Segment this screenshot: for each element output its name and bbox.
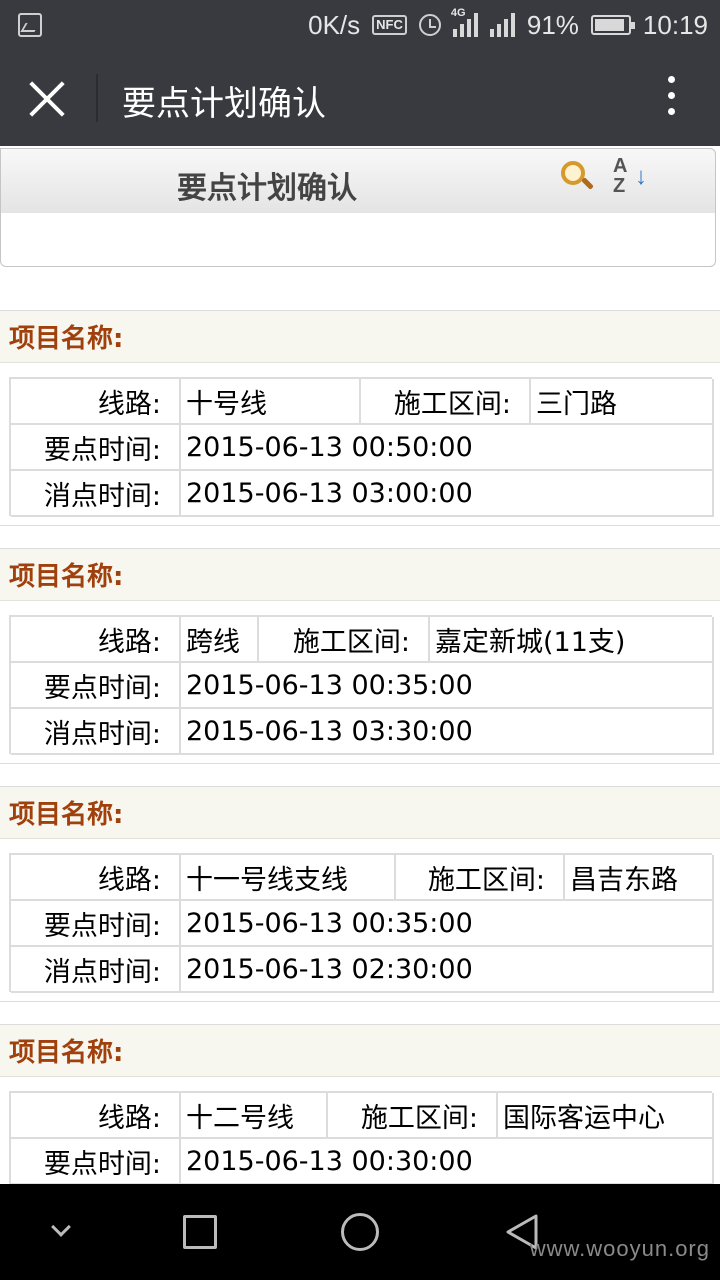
navigation-bar	[0, 1184, 720, 1280]
collapse-chevron-icon[interactable]	[50, 1222, 70, 1242]
start-time-value: 2015-06-13 00:30:00	[181, 1139, 714, 1185]
home-circle-icon[interactable]	[341, 1213, 379, 1251]
line-label: 线路:	[11, 855, 181, 901]
end-time-value: 2015-06-13 03:30:00	[181, 709, 714, 755]
search-icon[interactable]	[559, 159, 595, 195]
start-time-label: 要点时间:	[11, 663, 181, 709]
network-type: 4G	[450, 7, 466, 19]
section-value: 三门路	[531, 379, 714, 425]
title-bar: 要点计划确认	[0, 50, 720, 146]
project-name-label: 项目名称:	[9, 1038, 124, 1068]
header-title: 要点计划确认	[177, 171, 357, 206]
section-value: 嘉定新城(11支)	[430, 617, 714, 663]
line-value: 跨线	[181, 617, 259, 663]
battery-percent: 91%	[526, 9, 579, 40]
nfc-icon: NFC	[372, 15, 407, 35]
signal-icon	[489, 13, 515, 37]
record-card[interactable]: 项目名称: 线路: 跨线 施工区间: 嘉定新城(11支) 要点时间: 2015-…	[0, 548, 720, 764]
line-label: 线路:	[11, 617, 181, 663]
more-vertical-icon[interactable]	[668, 76, 676, 122]
page-title: 要点计划确认	[122, 84, 326, 124]
clock: 10:19	[642, 9, 708, 40]
start-time-label: 要点时间:	[11, 1139, 181, 1185]
end-time-label: 消点时间:	[11, 471, 181, 517]
line-value: 十一号线支线	[181, 855, 396, 901]
status-bar: 0K/s NFC 4G 91% 10:19	[0, 0, 720, 50]
section-value: 昌吉东路	[565, 855, 714, 901]
project-name-label: 项目名称:	[9, 562, 124, 592]
section-label: 施工区间:	[396, 855, 565, 901]
network-speed: 0K/s	[308, 9, 361, 40]
recents-square-icon[interactable]	[183, 1215, 217, 1249]
search-panel[interactable]	[0, 213, 716, 267]
record-card[interactable]: 项目名称: 线路: 十一号线支线 施工区间: 昌吉东路 要点时间: 2015-0…	[0, 786, 720, 1002]
battery-fill	[594, 19, 625, 31]
close-icon[interactable]	[26, 78, 68, 120]
end-time-value: 2015-06-13 02:30:00	[181, 947, 714, 993]
image-notification-icon	[18, 13, 42, 37]
section-label: 施工区间:	[361, 379, 531, 425]
end-time-label: 消点时间:	[11, 947, 181, 993]
alarm-icon	[418, 14, 441, 36]
project-name-label: 项目名称:	[9, 324, 124, 354]
record-table: 线路: 跨线 施工区间: 嘉定新城(11支) 要点时间: 2015-06-13 …	[9, 615, 714, 755]
start-time-value: 2015-06-13 00:35:00	[181, 663, 714, 709]
project-name-row: 项目名称:	[0, 787, 720, 839]
section-value: 国际客运中心	[498, 1093, 714, 1139]
project-name-row: 项目名称:	[0, 1025, 720, 1077]
battery-icon	[590, 15, 635, 35]
line-label: 线路:	[11, 379, 181, 425]
sort-az-icon[interactable]: A Z ↓	[611, 155, 651, 201]
project-name-row: 项目名称:	[0, 549, 720, 601]
page-header: 要点计划确认 A Z ↓	[0, 148, 716, 214]
signal-4g-icon: 4G	[451, 7, 478, 37]
end-time-value: 2015-06-13 03:00:00	[181, 471, 714, 517]
line-value: 十号线	[181, 379, 361, 425]
start-time-label: 要点时间:	[11, 901, 181, 947]
section-label: 施工区间:	[259, 617, 430, 663]
divider	[96, 74, 98, 122]
project-name-label: 项目名称:	[9, 800, 124, 830]
watermark: www.wooyun.org	[529, 1236, 710, 1261]
record-table: 线路: 十号线 施工区间: 三门路 要点时间: 2015-06-13 00:50…	[9, 377, 714, 517]
line-value: 十二号线	[181, 1093, 328, 1139]
start-time-value: 2015-06-13 00:50:00	[181, 425, 714, 471]
project-name-row: 项目名称:	[0, 311, 720, 363]
start-time-label: 要点时间:	[11, 425, 181, 471]
record-list: 项目名称: 线路: 十号线 施工区间: 三门路 要点时间: 2015-06-13…	[0, 310, 720, 1262]
line-label: 线路:	[11, 1093, 181, 1139]
start-time-value: 2015-06-13 00:35:00	[181, 901, 714, 947]
section-label: 施工区间:	[328, 1093, 498, 1139]
record-table: 线路: 十一号线支线 施工区间: 昌吉东路 要点时间: 2015-06-13 0…	[9, 853, 714, 993]
end-time-label: 消点时间:	[11, 709, 181, 755]
status-icons: 0K/s NFC 4G 91% 10:19	[308, 0, 708, 50]
record-card[interactable]: 项目名称: 线路: 十号线 施工区间: 三门路 要点时间: 2015-06-13…	[0, 310, 720, 526]
